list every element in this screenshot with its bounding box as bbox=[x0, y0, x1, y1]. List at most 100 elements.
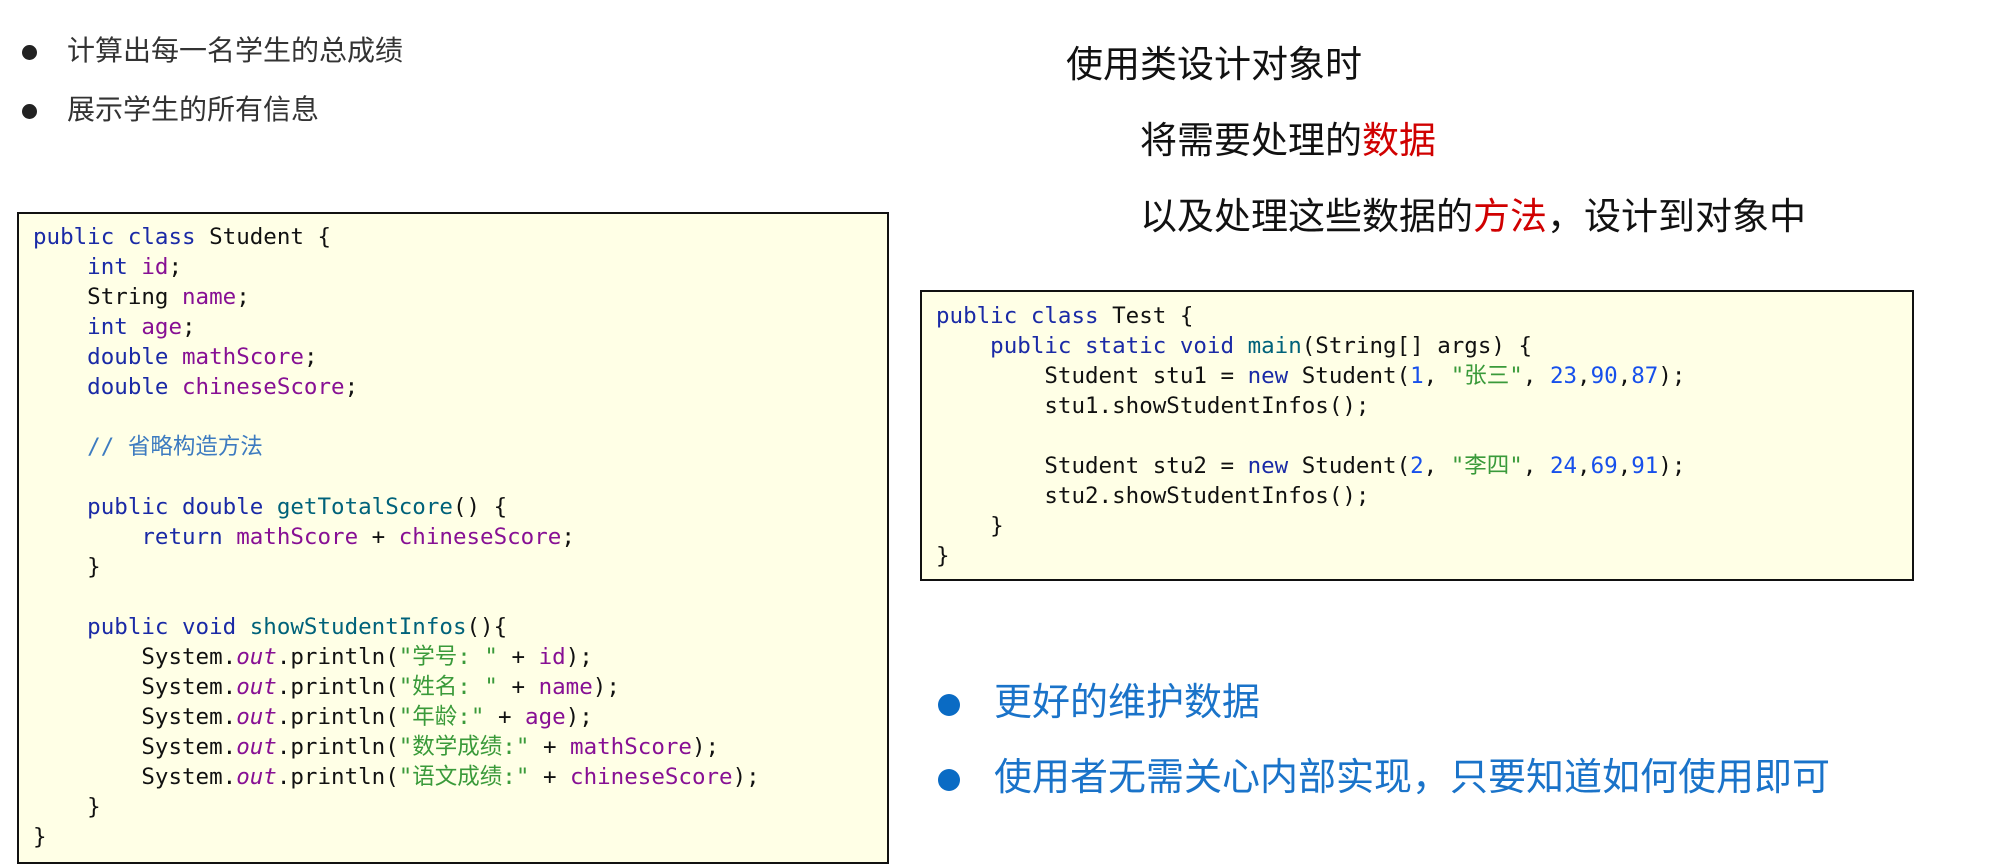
code-token: ; bbox=[344, 374, 359, 400]
code-token: System. bbox=[33, 674, 237, 700]
code-token: stu1.showStudentInfos(); bbox=[936, 393, 1370, 419]
code-token: double bbox=[33, 344, 183, 370]
code-token: public class bbox=[33, 224, 210, 250]
code-token: , bbox=[1617, 363, 1632, 389]
code-token: chineseScore bbox=[398, 524, 562, 550]
code-token: chineseScore bbox=[182, 374, 345, 400]
code-token: mathScore bbox=[236, 524, 359, 550]
code-token: 91 bbox=[1631, 453, 1659, 479]
code-token: "年龄:" bbox=[398, 704, 485, 730]
code-token: , bbox=[1577, 453, 1591, 479]
code-token: (){ bbox=[466, 614, 508, 640]
code-token: Student { bbox=[209, 224, 332, 250]
task-text: 展示学生的所有信息 bbox=[67, 93, 320, 126]
code-token: Student( bbox=[1301, 453, 1411, 479]
code-token: stu2.showStudentInfos(); bbox=[936, 483, 1370, 509]
task-text: 计算出每一名学生的总成绩 bbox=[67, 34, 404, 67]
code-token: ; bbox=[236, 284, 250, 310]
code-token: Student stu2 = bbox=[936, 453, 1248, 479]
code-token: .println( bbox=[276, 764, 399, 790]
code-token: 2 bbox=[1410, 453, 1424, 479]
code-line: public void showStudentInfos(){ bbox=[33, 612, 887, 642]
code-token: () { bbox=[452, 494, 508, 520]
code-line: public static void main(String[] args) { bbox=[936, 331, 1912, 361]
code-line: System.out.println("年龄:" + age); bbox=[33, 702, 887, 732]
code-token: .println( bbox=[276, 734, 399, 760]
code-token: System. bbox=[33, 734, 237, 760]
code-token: "张三" bbox=[1450, 363, 1523, 389]
code-token: showStudentInfos bbox=[249, 614, 467, 640]
code-token: } bbox=[936, 513, 1004, 539]
code-token: out bbox=[236, 764, 277, 790]
code-token: 69 bbox=[1590, 453, 1618, 479]
code-token: ); bbox=[592, 674, 620, 700]
code-line: int age; bbox=[33, 312, 887, 342]
code-token: , bbox=[1577, 363, 1591, 389]
code-token: chineseScore bbox=[570, 764, 733, 790]
heading-line-3: 以及处理这些数据的方法，设计到对象中 bbox=[1140, 186, 1806, 240]
code-line: stu2.showStudentInfos(); bbox=[936, 481, 1912, 511]
code-token: 23 bbox=[1549, 363, 1578, 389]
code-token: mathScore bbox=[182, 344, 304, 370]
code-token: + bbox=[358, 524, 399, 550]
code-token: Student stu1 = bbox=[936, 363, 1248, 389]
code-token: public static void bbox=[936, 333, 1248, 359]
code-token: } bbox=[33, 554, 101, 580]
code-token: mathScore bbox=[570, 734, 692, 760]
code-token: 87 bbox=[1631, 363, 1659, 389]
code-line: System.out.println("语文成绩:" + chineseScor… bbox=[33, 762, 887, 792]
code-token: Test { bbox=[1112, 303, 1194, 329]
code-token: ); bbox=[732, 764, 760, 790]
code-token: "学号: " bbox=[398, 644, 498, 670]
bullet-dot-icon bbox=[938, 693, 960, 716]
heading-text: 将需要处理的 bbox=[1140, 119, 1362, 162]
code-token: ; bbox=[168, 254, 183, 280]
code-token: public class bbox=[936, 303, 1113, 329]
code-token: , bbox=[1423, 453, 1451, 479]
code-token: ); bbox=[691, 734, 720, 760]
code-token: "李四" bbox=[1450, 453, 1523, 479]
code-line: System.out.println("姓名: " + name); bbox=[33, 672, 887, 702]
code-line: String name; bbox=[33, 282, 887, 312]
highlight-data: 数据 bbox=[1362, 119, 1436, 162]
code-token: Student( bbox=[1301, 363, 1411, 389]
code-token: + bbox=[484, 704, 526, 730]
code-line: Student stu1 = new Student(1, "张三", 23,9… bbox=[936, 361, 1912, 391]
code-token: , bbox=[1423, 363, 1451, 389]
code-token: , bbox=[1617, 453, 1632, 479]
code-token: } bbox=[33, 794, 101, 820]
code-token: id bbox=[141, 254, 169, 280]
code-line: double mathScore; bbox=[33, 342, 887, 372]
code-token: System. bbox=[33, 764, 237, 790]
code-token: out bbox=[236, 734, 277, 760]
code-token: double bbox=[33, 374, 183, 400]
code-token: 90 bbox=[1590, 363, 1618, 389]
code-token: ; bbox=[303, 344, 318, 370]
code-line: System.out.println("数学成绩:" + mathScore); bbox=[33, 732, 887, 762]
code-token: // 省略构造方法 bbox=[33, 434, 263, 460]
code-token: public void bbox=[33, 614, 250, 640]
code-token: new bbox=[1247, 363, 1302, 389]
code-line: public class Student { bbox=[33, 222, 887, 252]
code-line: } bbox=[33, 552, 887, 582]
benefit-bullet-encapsulation: 使用者无需关心内部实现，只要知道如何使用即可 bbox=[938, 752, 1830, 802]
code-line: stu1.showStudentInfos(); bbox=[936, 391, 1912, 421]
code-line: } bbox=[33, 792, 887, 822]
code-token: "姓名: " bbox=[398, 674, 498, 700]
code-token: getTotalScore bbox=[276, 494, 453, 520]
code-line: System.out.println("学号: " + id); bbox=[33, 642, 887, 672]
code-token: + bbox=[529, 764, 571, 790]
code-line: public class Test { bbox=[936, 301, 1912, 331]
code-token: out bbox=[236, 644, 277, 670]
code-token: id bbox=[538, 644, 566, 670]
code-token: name bbox=[182, 284, 237, 310]
code-line: } bbox=[936, 541, 1912, 571]
code-token: System. bbox=[33, 644, 237, 670]
code-token: new bbox=[1247, 453, 1302, 479]
code-token: System. bbox=[33, 704, 237, 730]
code-token: return bbox=[33, 524, 237, 550]
code-token: ); bbox=[565, 644, 593, 670]
